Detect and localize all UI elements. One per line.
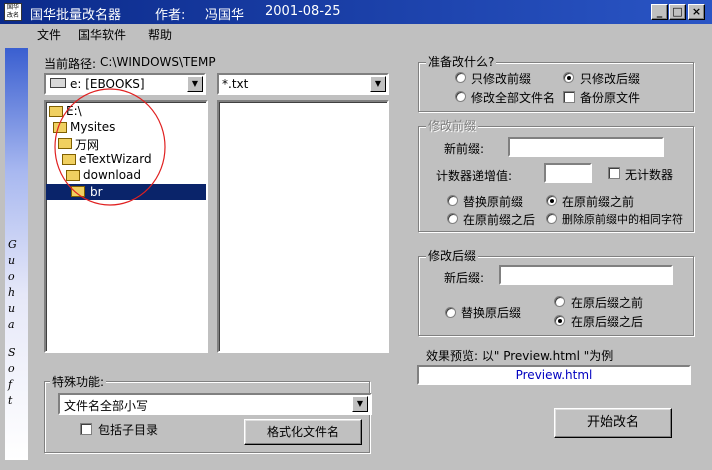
function-dropdown-arrow[interactable]: ▼ (352, 396, 368, 412)
radio-replace-suffix-label: 替换原后缀 (461, 306, 522, 320)
radio-suffix-only-label: 只修改后缀 (580, 72, 641, 86)
sidebar-letter: a (8, 318, 15, 331)
sidebar-letter: f (8, 378, 13, 391)
prefix-group-title: 修改前缀 (426, 117, 479, 134)
sidebar-letter: o (8, 362, 15, 375)
sidebar-letter: S (8, 346, 16, 359)
app-title: 国华批量改名器 (30, 8, 122, 23)
current-path-value: C:\WINDOWS\TEMP (100, 55, 216, 69)
author-name: 冯国华 (205, 8, 245, 23)
backup-checkbox[interactable] (563, 91, 575, 103)
backup-label: 备份原文件 (580, 91, 641, 105)
no-counter-label: 无计数器 (625, 168, 674, 182)
radio-after-suffix-label: 在原后缀之后 (571, 315, 644, 329)
counter-input[interactable] (544, 163, 592, 183)
preview-label: 效果预览: 以" Preview.html "为例 (426, 349, 614, 363)
counter-label: 计数器递增值: (436, 169, 513, 183)
radio-after-prefix[interactable] (447, 213, 458, 224)
special-function-title: 特殊功能: (50, 373, 107, 390)
sidebar-letter: h (8, 286, 16, 299)
radio-after-suffix[interactable] (554, 315, 565, 326)
sidebar-letter: G (8, 238, 17, 251)
maximize-button[interactable]: □ (669, 4, 686, 20)
annotation-circle (54, 88, 166, 206)
radio-after-prefix-label: 在原前缀之后 (463, 213, 536, 227)
radio-all-filename-label: 修改全部文件名 (471, 91, 556, 105)
new-prefix-input[interactable] (508, 137, 664, 157)
prepare-group-title: 准备改什么? (426, 53, 497, 70)
sidebar-letter: t (8, 394, 13, 407)
start-rename-button[interactable]: 开始改名 (554, 408, 672, 438)
new-prefix-label: 新前缀: (444, 142, 485, 156)
include-subdirs-checkbox[interactable] (80, 423, 92, 435)
radio-replace-suffix[interactable] (445, 307, 456, 318)
preview-field: Preview.html (417, 365, 691, 385)
include-subdirs-label: 包括子目录 (98, 423, 159, 437)
sidebar-letter: o (8, 270, 15, 283)
radio-before-suffix-label: 在原后缀之前 (571, 296, 644, 310)
minimize-button[interactable]: _ (651, 4, 668, 20)
sidebar-letter: u (8, 254, 16, 267)
radio-prefix-only[interactable] (455, 72, 466, 83)
radio-all-filename[interactable] (455, 91, 466, 102)
author-label: 作者: (155, 8, 186, 23)
new-suffix-label: 新后缀: (444, 271, 485, 285)
radio-replace-prefix-label: 替换原前缀 (463, 195, 524, 209)
radio-replace-prefix[interactable] (447, 195, 458, 206)
close-button[interactable]: × (688, 4, 705, 20)
radio-delete-same-chars-label: 删除原前缀中的相同字符 (562, 213, 683, 226)
release-date: 2001-08-25 (265, 4, 341, 19)
suffix-group-title: 修改后缀 (426, 247, 479, 264)
menu-file[interactable]: 文件 (37, 26, 61, 43)
radio-suffix-only[interactable] (563, 72, 574, 83)
sidebar-letter: u (8, 302, 16, 315)
radio-prefix-only-label: 只修改前缀 (471, 72, 532, 86)
radio-before-suffix[interactable] (554, 296, 565, 307)
function-select-value: 文件名全部小写 (64, 399, 149, 413)
filter-select-value: *.txt (222, 77, 249, 91)
radio-before-prefix-label: 在原前缀之前 (562, 195, 635, 209)
menu-guohua-software[interactable]: 国华软件 (78, 26, 126, 43)
radio-before-prefix[interactable] (546, 195, 557, 206)
no-counter-checkbox[interactable] (608, 167, 620, 179)
menu-help[interactable]: 帮助 (148, 26, 172, 43)
radio-delete-same-chars[interactable] (546, 213, 557, 224)
current-path-label: 当前路径: (44, 57, 97, 71)
format-filename-button[interactable]: 格式化文件名 (244, 419, 362, 445)
app-icon[interactable]: 国华改名 (4, 3, 22, 21)
new-suffix-input[interactable] (499, 265, 673, 285)
drive-dropdown-arrow[interactable]: ▼ (187, 76, 203, 92)
file-list[interactable] (217, 100, 389, 353)
filter-dropdown-arrow[interactable]: ▼ (370, 76, 386, 92)
